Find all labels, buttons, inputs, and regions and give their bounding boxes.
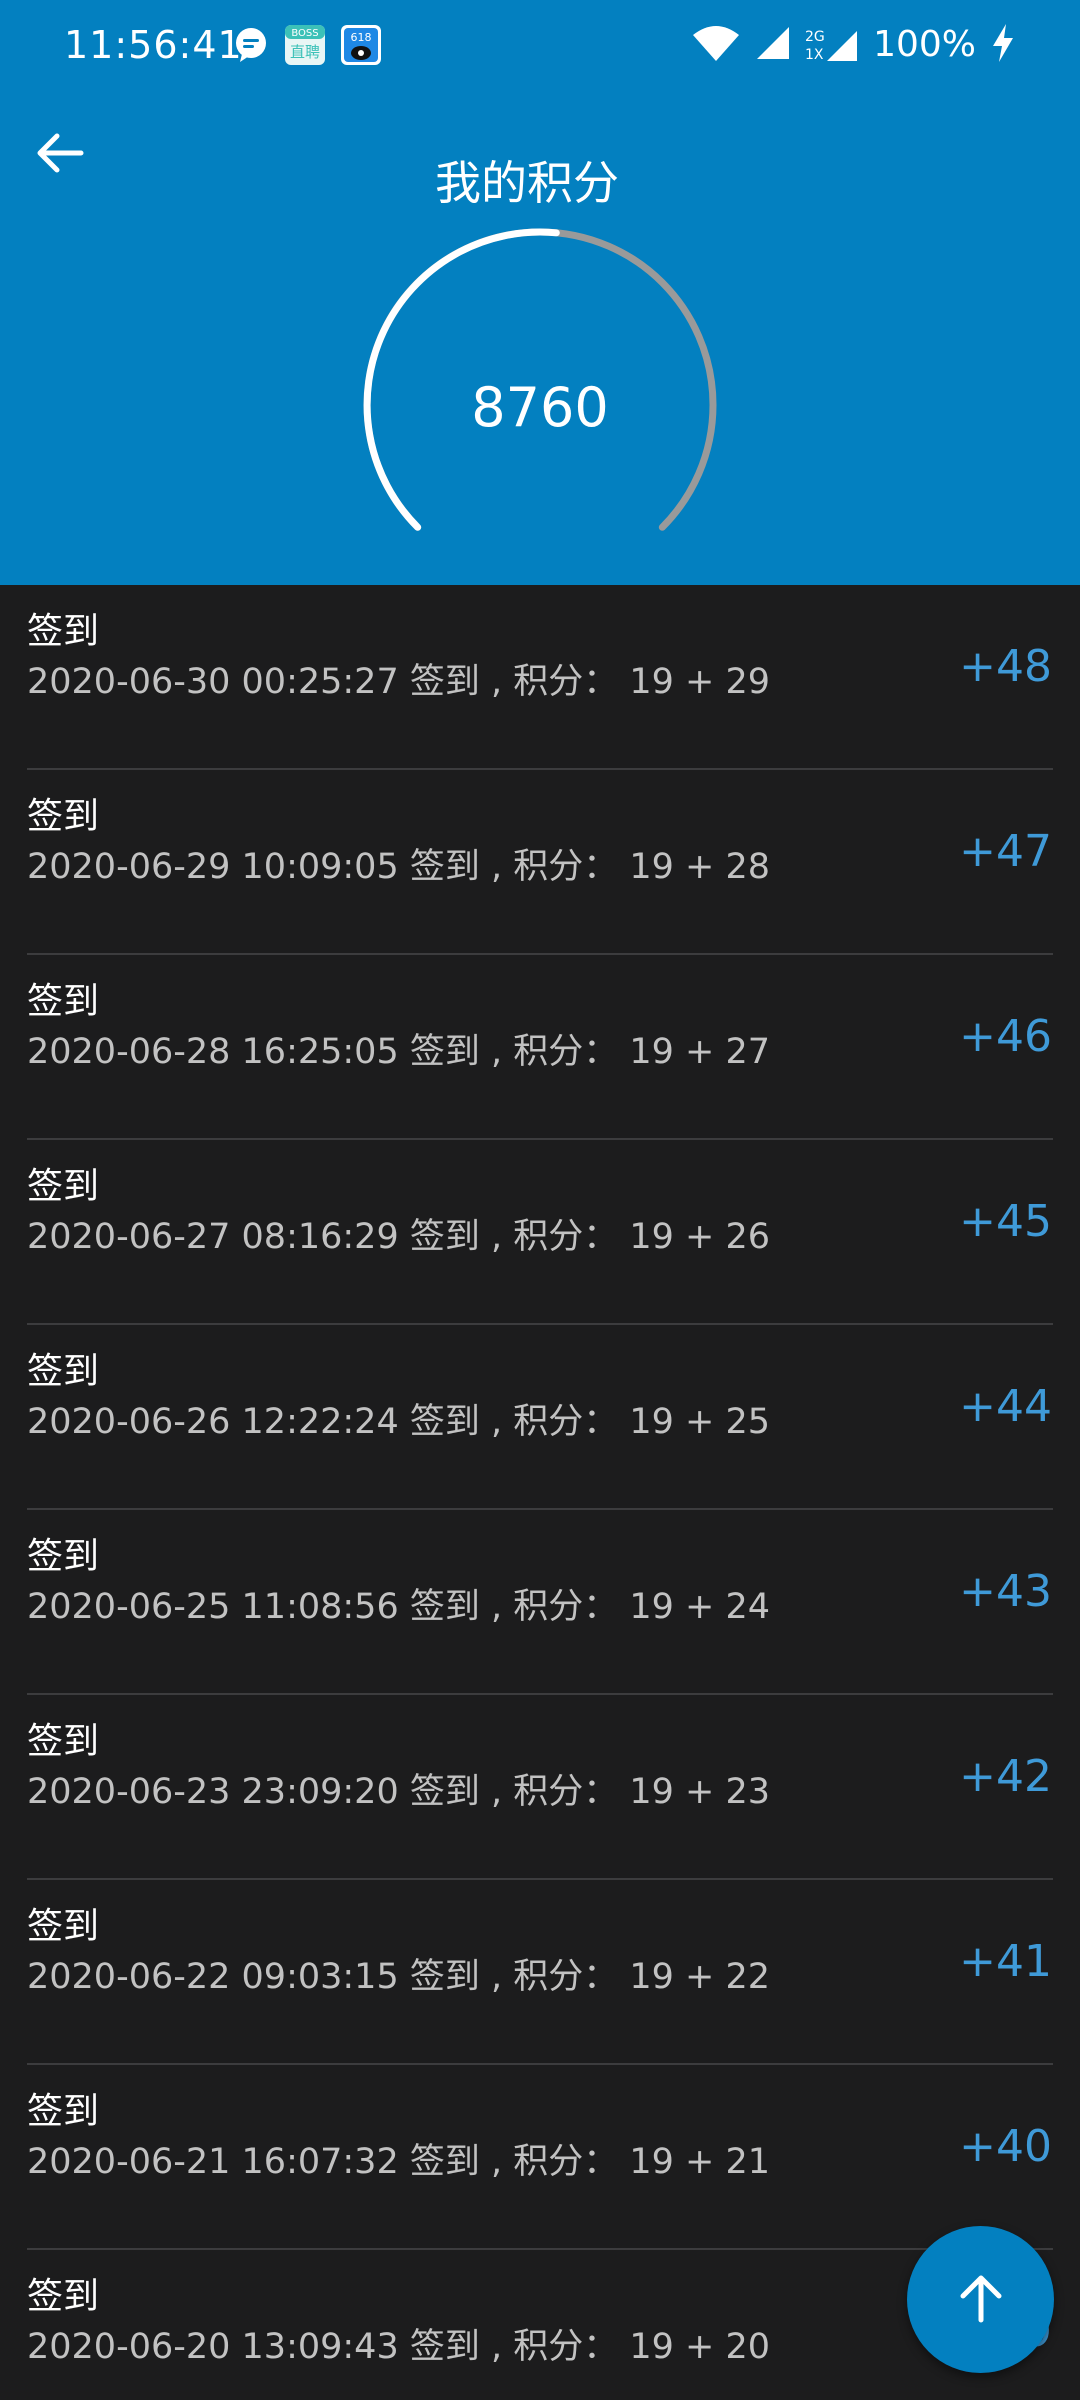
record-row[interactable]: 签到 2020-06-21 16:07:32 签到 , 积分： 19 + 21 +4… (0, 2065, 1080, 2250)
record-row[interactable]: 签到 2020-06-30 00:25:27 签到 , 积分： 19 + 29 +4… (0, 585, 1080, 770)
record-detail: 2020-06-26 12:22:24 签到 , 积分： 19 + 25 (27, 1402, 770, 1442)
boss-icon-sub: 直聘 (290, 43, 320, 61)
record-row[interactable]: 签到 2020-06-27 08:16:29 签到 , 积分： 19 + 26 +4… (0, 1140, 1080, 1325)
record-title: 签到 (27, 2276, 100, 2317)
app-bar: 我的积分 (0, 90, 1080, 220)
network-label-bottom: 1X (805, 47, 824, 63)
record-title: 签到 (27, 981, 100, 1022)
chat-bubble-icon (230, 24, 272, 66)
wifi-icon (691, 23, 741, 67)
record-row[interactable]: 签到 2020-06-22 09:03:15 签到 , 积分： 19 + 22 +4… (0, 1880, 1080, 2065)
status-time: 11:56:41 (64, 23, 243, 67)
network-label-top: 2G (805, 29, 825, 45)
record-points: +43 (959, 1566, 1052, 1617)
status-icons: 2G 1X 100% (691, 18, 1016, 72)
record-row[interactable]: 签到 2020-06-28 16:25:05 签到 , 积分： 19 + 27 +4… (0, 955, 1080, 1140)
record-points: +45 (959, 1196, 1052, 1247)
record-points: +41 (959, 1936, 1052, 1987)
boss-app-icon: BOSS 直聘 (284, 24, 326, 66)
points-gauge: 8760 (355, 225, 725, 555)
record-detail: 2020-06-21 16:07:32 签到 , 积分： 19 + 21 (27, 2142, 770, 2182)
arrow-up-icon (953, 2270, 1009, 2330)
record-points: +40 (959, 2121, 1052, 2172)
record-title: 签到 (27, 1906, 100, 1947)
record-title: 签到 (27, 796, 100, 837)
record-points: +44 (959, 1381, 1052, 1432)
record-detail: 2020-06-28 16:25:05 签到 , 积分： 19 + 27 (27, 1032, 770, 1072)
record-detail: 2020-06-22 09:03:15 签到 , 积分： 19 + 22 (27, 1957, 770, 1997)
record-points: +42 (959, 1751, 1052, 1802)
record-detail: 2020-06-23 23:09:20 签到 , 积分： 19 + 23 (27, 1772, 770, 1812)
status-bar: 11:56:41 BOSS 直聘 618 2G 1X 100% (0, 0, 1080, 90)
scroll-to-top-button[interactable] (907, 2226, 1054, 2373)
cellular-signal-icon (755, 25, 791, 65)
record-detail: 2020-06-30 00:25:27 签到 , 积分： 19 + 29 (27, 662, 770, 702)
header: 11:56:41 BOSS 直聘 618 2G 1X 100% 我的积分 876… (0, 0, 1080, 585)
record-row[interactable]: 签到 2020-06-25 11:08:56 签到 , 积分： 19 + 24 +4… (0, 1510, 1080, 1695)
points-record-list: 签到 2020-06-30 00:25:27 签到 , 积分： 19 + 29 +4… (0, 585, 1080, 2400)
record-title: 签到 (27, 2091, 100, 2132)
record-points: +46 (959, 1011, 1052, 1062)
charging-bolt-icon (990, 23, 1016, 67)
record-detail: 2020-06-29 10:09:05 签到 , 积分： 19 + 28 (27, 847, 770, 887)
record-points: +48 (959, 641, 1052, 692)
record-title: 签到 (27, 1166, 100, 1207)
record-title: 签到 (27, 611, 100, 652)
record-title: 签到 (27, 1721, 100, 1762)
record-row[interactable]: 签到 2020-06-26 12:22:24 签到 , 积分： 19 + 25 +4… (0, 1325, 1080, 1510)
record-row[interactable]: 签到 2020-06-29 10:09:05 签到 , 积分： 19 + 28 +4… (0, 770, 1080, 955)
boss-icon-text: BOSS (291, 28, 318, 39)
battery-percentage: 100% (873, 24, 976, 65)
record-title: 签到 (27, 1351, 100, 1392)
record-row[interactable]: 签到 2020-06-23 23:09:20 签到 , 积分： 19 + 23 +4… (0, 1695, 1080, 1880)
record-title: 签到 (27, 1536, 100, 1577)
points-total: 8760 (471, 376, 609, 439)
page-title: 我的积分 (435, 155, 619, 210)
record-detail: 2020-06-27 08:16:29 签到 , 积分： 19 + 26 (27, 1217, 770, 1257)
record-points: +47 (959, 826, 1052, 877)
svg-text:618: 618 (351, 31, 372, 44)
cellular-2g-signal-icon: 2G 1X (805, 25, 859, 65)
618-app-icon: 618 (340, 24, 382, 66)
record-detail: 2020-06-25 11:08:56 签到 , 积分： 19 + 24 (27, 1587, 770, 1627)
record-detail: 2020-06-20 13:09:43 签到 , 积分： 19 + 20 (27, 2327, 770, 2367)
